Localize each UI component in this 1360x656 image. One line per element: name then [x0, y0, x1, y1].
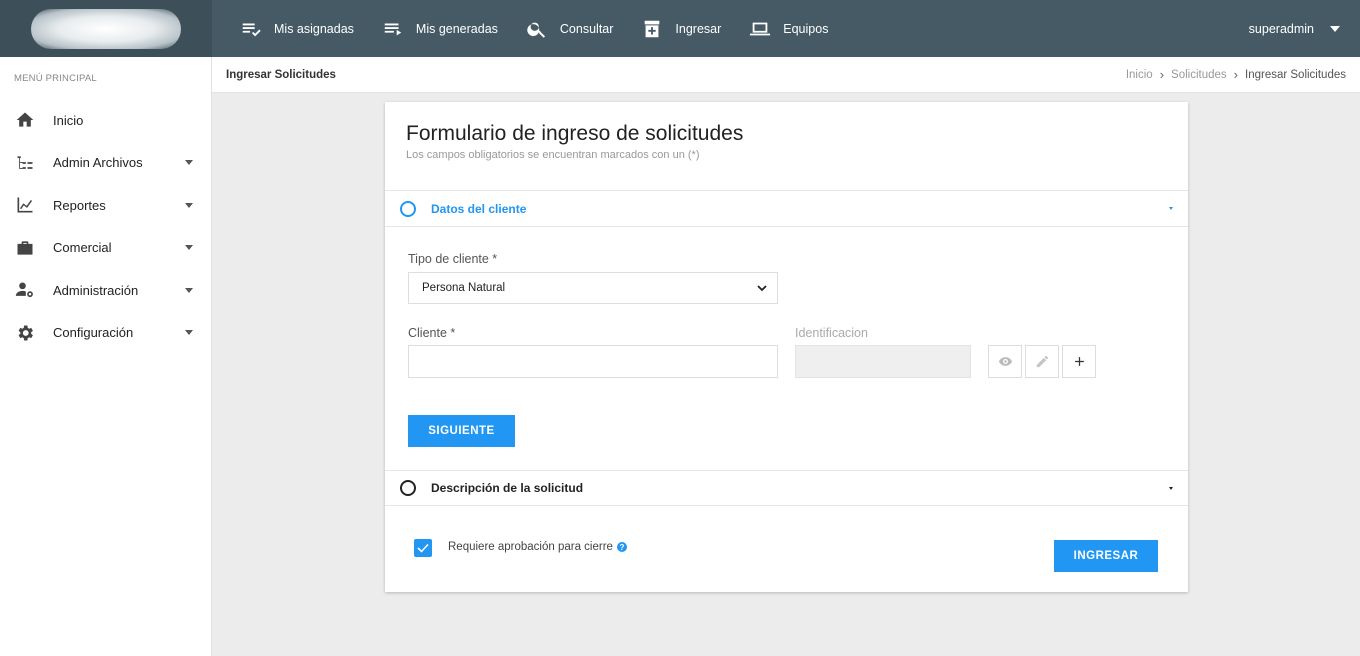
- sidebar-item-label: Inicio: [53, 112, 84, 128]
- nav-label: Mis generadas: [415, 21, 498, 36]
- step-datos-cliente[interactable]: Datos del cliente: [385, 191, 1188, 227]
- chevron-down-icon: [1169, 207, 1173, 210]
- laptop-icon: [750, 22, 771, 35]
- form-footer: Requiere aprobación para cierre ? INGRES…: [385, 506, 1188, 592]
- logo-image: [31, 8, 181, 49]
- chevron-down-icon: [185, 287, 193, 293]
- tipo-cliente-value: Persona Natural: [422, 282, 506, 294]
- sidebar-item-label: Comercial: [53, 240, 112, 256]
- gear-icon: [18, 325, 33, 341]
- help-icon[interactable]: ?: [616, 542, 627, 552]
- add-client-button[interactable]: [1062, 345, 1096, 378]
- nav-mis-asignadas[interactable]: Mis asignadas: [226, 0, 368, 57]
- aprobacion-checkbox[interactable]: [414, 539, 432, 557]
- logo[interactable]: [0, 0, 212, 57]
- tree-icon: [17, 156, 33, 169]
- step-descripcion-solicitud[interactable]: Descripción de la solicitud: [385, 470, 1188, 506]
- sidebar-item-label: Configuración: [53, 325, 134, 341]
- form-card: Formulario de ingreso de solicitudes Los…: [385, 102, 1188, 592]
- siguiente-button[interactable]: SIGUIENTE: [408, 415, 515, 447]
- username: superadmin: [1248, 21, 1314, 36]
- breadcrumb: Inicio › Solicitudes › Ingresar Solicitu…: [1126, 67, 1346, 82]
- sidebar-item-label: Reportes: [53, 197, 106, 213]
- step-circle-icon: [400, 200, 416, 217]
- nav-ingresar[interactable]: Ingresar: [627, 0, 735, 57]
- chevron-down-icon: [1169, 486, 1173, 490]
- nav-label: Ingresar: [675, 21, 722, 36]
- list-arrow-icon: [384, 23, 402, 35]
- check-icon: [417, 543, 429, 553]
- step-circle-icon: [400, 480, 416, 496]
- home-icon: [16, 112, 34, 127]
- page-title: Ingresar Solicitudes: [226, 68, 336, 81]
- sidebar-item-configuracion[interactable]: Configuración: [0, 312, 211, 355]
- briefcase-icon: [17, 241, 33, 255]
- ingresar-button[interactable]: INGRESAR: [1054, 540, 1158, 572]
- menu-title: MENÚ PRINCIPAL: [14, 73, 97, 84]
- sidebar-item-label: Admin Archivos: [53, 155, 143, 171]
- list-check-icon: [242, 23, 261, 36]
- chevron-down-icon: [757, 284, 767, 291]
- search-icon: [527, 22, 545, 38]
- sidebar-item-label: Administración: [53, 282, 139, 298]
- cliente-input[interactable]: [408, 345, 778, 378]
- nav-label: Consultar: [559, 21, 614, 36]
- cliente-label: Cliente *: [408, 326, 456, 340]
- form-header: Formulario de ingreso de solicitudes Los…: [385, 102, 1188, 191]
- add-box-icon: [645, 20, 660, 37]
- tipo-cliente-label: Tipo de cliente *: [408, 252, 498, 266]
- user-menu[interactable]: superadmin: [1249, 22, 1360, 36]
- sidebar-item-inicio[interactable]: Inicio: [0, 99, 211, 142]
- step-datos-cliente-body: Tipo de cliente * Persona Natural Client…: [385, 227, 1188, 470]
- step-label: Descripción de la solicitud: [431, 481, 584, 495]
- step-label: Datos del cliente: [431, 201, 527, 216]
- identificacion-input: [795, 345, 971, 378]
- top-nav: Mis asignadas Mis generadas Consultar In…: [212, 0, 842, 57]
- breadcrumb-bar: Ingresar Solicitudes Inicio › Solicitude…: [212, 57, 1360, 93]
- pencil-icon: [1036, 355, 1048, 368]
- breadcrumb-inicio[interactable]: Inicio: [1126, 69, 1153, 81]
- sidebar-item-administracion[interactable]: Administración: [0, 269, 211, 312]
- edit-client-button[interactable]: [1025, 345, 1059, 378]
- aprobacion-label-wrap: Requiere aprobación para cierre ?: [448, 541, 627, 553]
- chevron-down-icon: [1330, 25, 1340, 32]
- chart-icon: [17, 197, 33, 213]
- sidebar-item-reportes[interactable]: Reportes: [0, 184, 211, 227]
- tipo-cliente-select[interactable]: Persona Natural: [408, 272, 778, 304]
- nav-consultar[interactable]: Consultar: [512, 0, 628, 57]
- form-title: Formulario de ingreso de solicitudes: [406, 122, 744, 145]
- form-subtitle: Los campos obligatorios se encuentran ma…: [406, 149, 700, 161]
- sidebar-item-admin-archivos[interactable]: Admin Archivos: [0, 142, 211, 185]
- eye-icon: [998, 357, 1012, 366]
- top-navbar: Mis asignadas Mis generadas Consultar In…: [0, 0, 1360, 57]
- chevron-down-icon: [185, 160, 193, 166]
- nav-mis-generadas[interactable]: Mis generadas: [368, 0, 512, 57]
- chevron-down-icon: [185, 330, 193, 336]
- chevron-right-icon: ›: [1159, 67, 1165, 82]
- identificacion-label: Identificacion: [795, 326, 868, 340]
- sidebar: MENÚ PRINCIPAL Inicio Admin Archivos Rep…: [0, 57, 212, 656]
- breadcrumb-solicitudes[interactable]: Solicitudes: [1171, 69, 1227, 81]
- chevron-down-icon: [185, 202, 193, 208]
- view-client-button[interactable]: [988, 345, 1022, 378]
- nav-label: Equipos: [783, 21, 829, 36]
- user-gear-icon: [15, 282, 33, 298]
- nav-label: Mis asignadas: [274, 21, 354, 36]
- nav-equipos[interactable]: Equipos: [735, 0, 842, 57]
- chevron-right-icon: ›: [1233, 67, 1238, 82]
- aprobacion-label: Requiere aprobación para cierre: [448, 541, 613, 553]
- breadcrumb-current: Ingresar Solicitudes: [1245, 68, 1346, 81]
- chevron-down-icon: [185, 245, 193, 251]
- sidebar-item-comercial[interactable]: Comercial: [0, 227, 211, 270]
- plus-icon: [1074, 357, 1084, 366]
